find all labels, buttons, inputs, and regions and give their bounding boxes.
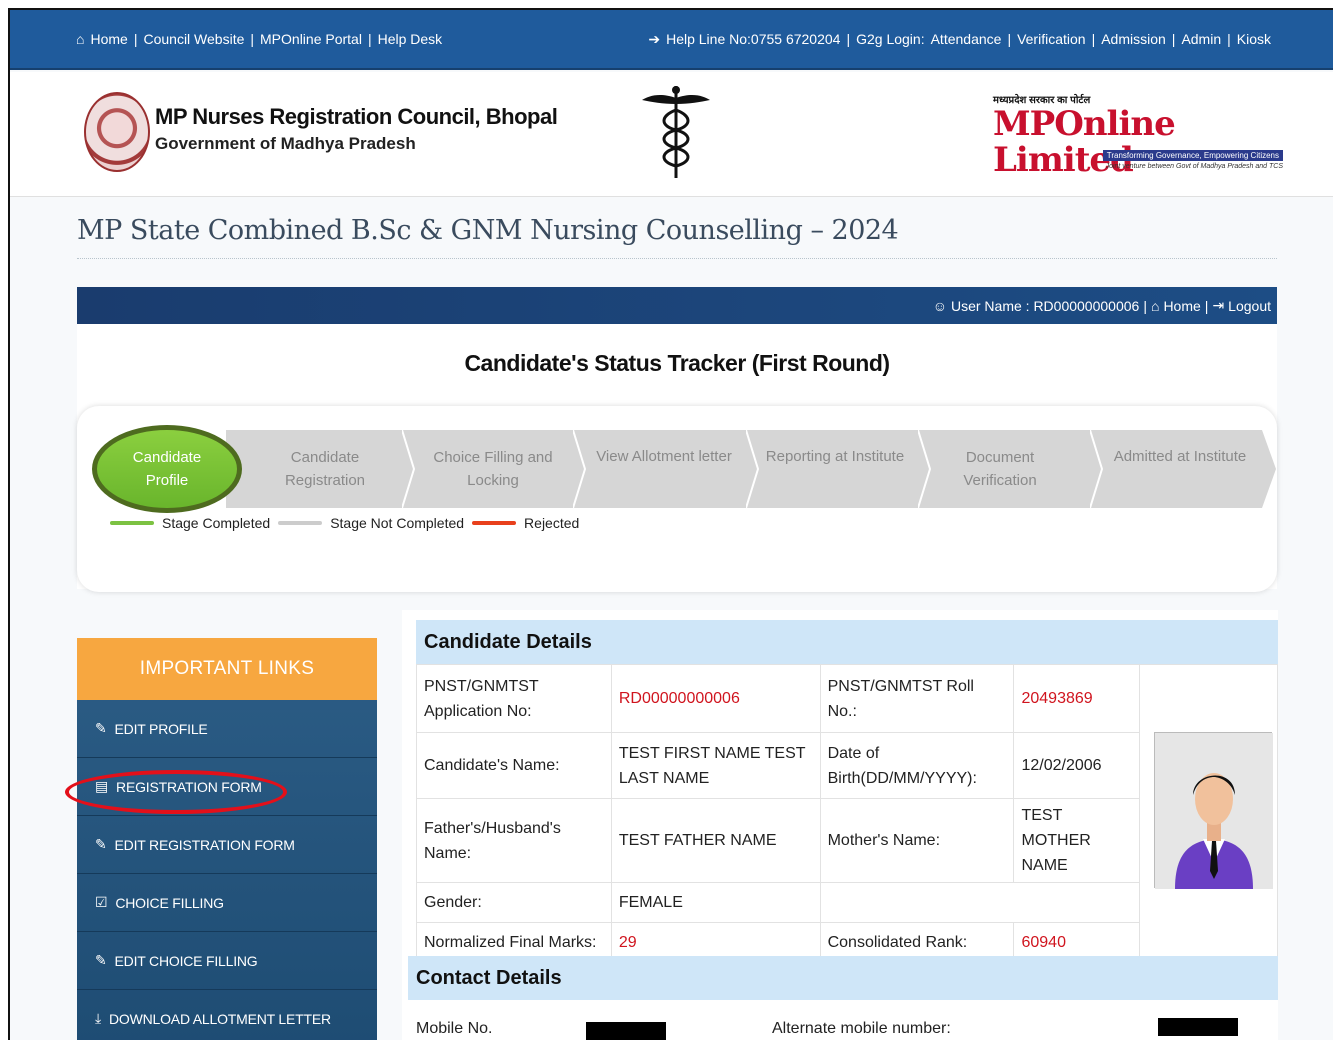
sidebar-item-edit-registration-form[interactable]: ✎ EDIT REGISTRATION FORM xyxy=(77,816,377,874)
page-title: MP State Combined B.Sc & GNM Nursing Cou… xyxy=(77,215,899,246)
sidebar-item-label: DOWNLOAD ALLOTMENT LETTER xyxy=(109,1010,331,1027)
candidate-photo-avatar xyxy=(1154,732,1273,889)
top-link-home[interactable]: Home xyxy=(90,31,127,47)
sidebar-item-edit-choice-filling[interactable]: ✎ EDIT CHOICE FILLING xyxy=(77,932,377,990)
edit-icon: ✎ xyxy=(95,720,107,736)
caduceus-icon xyxy=(642,86,710,178)
step-candidate-profile-label: Candidate Profile xyxy=(132,449,202,489)
sidebar-item-label: EDIT CHOICE FILLING xyxy=(114,952,258,969)
top-link-admin[interactable]: Admin xyxy=(1181,31,1221,47)
step-reporting: Reporting at Institute xyxy=(765,448,905,465)
legend-not-completed-label: Stage Not Completed xyxy=(330,515,465,531)
sidebar-item-label: EDIT REGISTRATION FORM xyxy=(114,836,295,853)
mother-label: Mother's Name: xyxy=(819,798,1015,883)
user-name-label: User Name : RD00000000006 xyxy=(950,297,1140,314)
step-document-verification: Document Verification xyxy=(963,449,1037,489)
top-link-kiosk[interactable]: Kiosk xyxy=(1237,31,1271,47)
mother-value: TEST MOTHER NAME xyxy=(1013,798,1141,883)
father-label: Father's/Husband's Name: xyxy=(416,798,612,883)
top-link-mponline-portal[interactable]: MPOnline Portal xyxy=(260,31,362,47)
legend-rejected-label: Rejected xyxy=(524,515,580,531)
legend-not-completed-swatch xyxy=(278,521,323,525)
user-icon: ☺ xyxy=(932,297,947,314)
status-tracker-title: Candidate's Status Tracker (First Round) xyxy=(464,350,890,376)
top-link-verification[interactable]: Verification xyxy=(1017,31,1085,47)
page-frame: ⌂ Home | Council Website | MPOnline Port… xyxy=(8,8,1333,1040)
checkbox-icon: ☑ xyxy=(95,894,108,910)
login-arrow-icon: ➔ xyxy=(648,30,661,47)
top-link-council-website[interactable]: Council Website xyxy=(143,31,244,47)
top-link-attendance[interactable]: Attendance xyxy=(931,31,1002,47)
step-admitted: Admitted at Institute xyxy=(1113,448,1247,465)
legend-completed-swatch xyxy=(110,521,154,525)
candidate-details-heading: Candidate Details xyxy=(416,620,1278,664)
gender-label: Gender: xyxy=(416,882,612,923)
candidate-details-table: PNST/GNMTST Application No: RD0000000000… xyxy=(416,664,1278,963)
father-value: TEST FATHER NAME xyxy=(610,798,821,883)
dob-value: 12/02/2006 xyxy=(1013,732,1141,799)
home-icon: ⌂ xyxy=(1150,297,1160,314)
app-no-label: PNST/GNMTST Application No: xyxy=(416,664,612,733)
top-nav-right: ➔ Help Line No:0755 6720204 | G2g Login:… xyxy=(648,30,1271,48)
logout-icon: ⇥ xyxy=(1212,297,1225,313)
dob-label: Date of Birth(DD/MM/YYYY): xyxy=(819,732,1015,799)
helpline-text: Help Line No:0755 6720204 xyxy=(666,31,841,47)
table-row: PNST/GNMTST Application No: RD0000000000… xyxy=(416,664,1278,963)
legend-rejected-swatch xyxy=(472,521,517,525)
sidebar-heading: IMPORTANT LINKS xyxy=(77,638,377,700)
mponline-jv-note: Joint venture between Govt of Madhya Pra… xyxy=(1105,163,1283,170)
sidebar-item-edit-profile[interactable]: ✎ EDIT PROFILE xyxy=(77,700,377,758)
app-no-value: RD00000000006 xyxy=(610,664,821,733)
chevron-separator xyxy=(402,430,416,508)
sidebar-item-download-allotment-letter[interactable]: ⤓ DOWNLOAD ALLOTMENT LETTER xyxy=(77,990,377,1040)
edit-icon: ✎ xyxy=(95,952,107,968)
top-link-help-desk[interactable]: Help Desk xyxy=(378,31,443,47)
important-links-sidebar: IMPORTANT LINKS ✎ EDIT PROFILE ▤ REGISTR… xyxy=(77,638,377,1040)
sidebar-item-label: EDIT PROFILE xyxy=(114,720,208,737)
name-label: Candidate's Name: xyxy=(416,732,612,799)
step-candidate-profile: Candidate Profile xyxy=(92,425,242,513)
sidebar-item-choice-filling[interactable]: ☑ CHOICE FILLING xyxy=(77,874,377,932)
step-choice-filling: Choice Filling and Locking xyxy=(433,449,553,489)
chevron-separator xyxy=(918,430,932,508)
alt-mobile-label: Alternate mobile number: xyxy=(772,1020,951,1037)
council-name: MP Nurses Registration Council, Bhopal xyxy=(155,104,558,129)
mponline-tagline: Transforming Governance, Empowering Citi… xyxy=(1102,150,1283,161)
g2g-login-label: G2g Login: xyxy=(856,31,925,47)
step-view-allotment: View Allotment letter xyxy=(596,448,732,465)
site-header: MP Nurses Registration Council, Bhopal G… xyxy=(10,72,1333,197)
legend-completed-label: Stage Completed xyxy=(162,515,271,531)
logout-link[interactable]: Logout xyxy=(1228,298,1271,314)
gender-value: FEMALE xyxy=(610,882,821,923)
download-icon: ⤓ xyxy=(95,1010,101,1026)
sidebar-item-label: CHOICE FILLING xyxy=(115,894,224,911)
contact-details-heading: Contact Details xyxy=(408,956,1278,1000)
top-nav-left: ⌂ Home | Council Website | MPOnline Port… xyxy=(76,31,443,47)
top-nav-bar: ⌂ Home | Council Website | MPOnline Port… xyxy=(10,10,1333,70)
mobile-label: Mobile No. xyxy=(416,1020,493,1037)
status-legend: Stage Completed Stage Not Completed Reje… xyxy=(106,515,579,531)
top-link-admission[interactable]: Admission xyxy=(1101,31,1166,47)
registration-form-highlight-ring xyxy=(65,770,287,814)
council-emblem-logo xyxy=(84,92,150,172)
contact-details-row: Mobile No. Alternate mobile number: xyxy=(408,1004,1278,1040)
edit-icon: ✎ xyxy=(95,836,107,852)
council-title-block: MP Nurses Registration Council, Bhopal G… xyxy=(155,104,558,154)
user-home-link[interactable]: Home xyxy=(1163,298,1200,314)
redacted-alt-mobile-number xyxy=(1158,1018,1238,1036)
home-icon: ⌂ xyxy=(76,31,85,47)
redacted-mobile-number xyxy=(586,1022,666,1040)
name-value: TEST FIRST NAME TEST LAST NAME xyxy=(610,732,821,799)
roll-no-value: 20493869 xyxy=(1013,664,1141,733)
government-name: Government of Madhya Pradesh xyxy=(155,134,416,153)
mponline-logo: मध्यप्रदेश सरकार का पोर्टल MPOnline Limi… xyxy=(993,92,1283,178)
user-bar: ☺ User Name : RD00000000006 | ⌂ Home | ⇥… xyxy=(77,287,1277,324)
roll-no-label: PNST/GNMTST Roll No.: xyxy=(819,664,1015,733)
step-candidate-registration: Candidate Registration xyxy=(284,449,366,489)
title-divider xyxy=(77,258,1277,259)
avatar-icon xyxy=(1155,733,1273,889)
